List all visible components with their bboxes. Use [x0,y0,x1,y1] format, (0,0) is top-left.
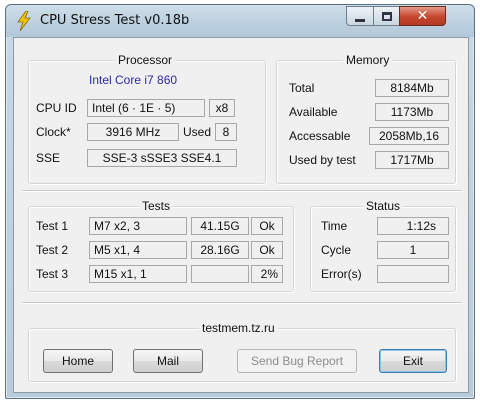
sse-field: SSE-3 sSSE3 SSE4.1 [87,149,237,167]
test-name-field: M5 x1, 4 [89,241,187,259]
test-row-label: Test 3 [36,267,69,281]
test-status-field: Ok [251,241,283,259]
used-field: 8 [215,123,237,141]
total-label: Total [289,81,315,95]
memory-legend: Memory [343,53,393,67]
test-row-label: Test 1 [36,219,69,233]
total-field: 8184Mb [375,79,449,97]
tests-legend: Tests [139,199,174,213]
cpu-name: Intel Core i7 860 [89,73,178,87]
maximize-icon [381,11,392,21]
close-button[interactable]: ✕ [399,6,446,26]
website-legend[interactable]: testmem.tz.ru [199,321,278,335]
clock-field: 3916 MHz [87,123,179,141]
accessable-field: 2058Mb,16 [369,127,449,145]
accessable-label: Accessable [289,129,351,143]
mail-button[interactable]: Mail [133,349,203,373]
main-panel: Processor Intel Core i7 860 CPU ID Intel… [13,37,469,393]
window-title: CPU Stress Test v0.18b [40,13,190,28]
separator-top [22,190,462,192]
test-status-field: Ok [251,217,283,235]
exit-button[interactable]: Exit [379,349,447,373]
tests-group: Tests Test 1 M7 x2, 3 41.15G Ok Test 2 M… [28,199,294,292]
errors-label: Error(s) [321,267,362,281]
home-button[interactable]: Home [43,349,113,373]
cpu-id-label: CPU ID [36,101,77,115]
cycle-label: Cycle [321,243,352,257]
time-label: Time [321,219,348,233]
test-value-field [191,265,249,283]
lightning-bolt-icon [17,11,31,31]
available-label: Available [289,105,338,119]
used-by-test-field: 1717Mb [375,151,449,169]
clock-label: Clock* [36,125,71,139]
processor-group: Processor Intel Core i7 860 CPU ID Intel… [28,53,266,184]
available-field: 1173Mb [375,103,449,121]
test-row-label: Test 2 [36,243,69,257]
maximize-button[interactable] [373,6,400,26]
memory-group: Memory Total 8184Mb Available 1173Mb Acc… [276,53,456,184]
time-field: 1:12s [377,217,449,235]
cpu-threads-field: x8 [209,99,235,117]
test-value-field: 41.15G [191,217,249,235]
test-value-field: 28.16G [191,241,249,259]
minimize-button[interactable] [346,6,374,26]
app-window: CPU Stress Test v0.18b ✕ Processor Intel… [5,4,475,399]
cycle-field: 1 [377,241,449,259]
links-group: testmem.tz.ru Home Mail Send Bug Report … [28,321,456,382]
used-label: Used [183,125,212,139]
test-name-field: M15 x1, 1 [89,265,187,283]
errors-field [377,265,449,283]
send-bug-report-button[interactable]: Send Bug Report [237,349,357,373]
used-by-test-label: Used by test [289,153,356,167]
title-bar[interactable]: CPU Stress Test v0.18b ✕ [6,5,474,37]
processor-legend: Processor [115,53,176,67]
minimize-icon [355,18,365,22]
sse-label: SSE [36,151,61,165]
close-icon: ✕ [416,8,429,24]
test-name-field: M7 x2, 3 [89,217,187,235]
separator-bottom [22,302,462,304]
status-legend: Status [363,199,404,213]
status-group: Status Time 1:12s Cycle 1 Error(s) [310,199,456,292]
test-status-field: 2% [251,265,283,283]
cpu-id-field: Intel (6 · 1E · 5) [87,99,205,117]
